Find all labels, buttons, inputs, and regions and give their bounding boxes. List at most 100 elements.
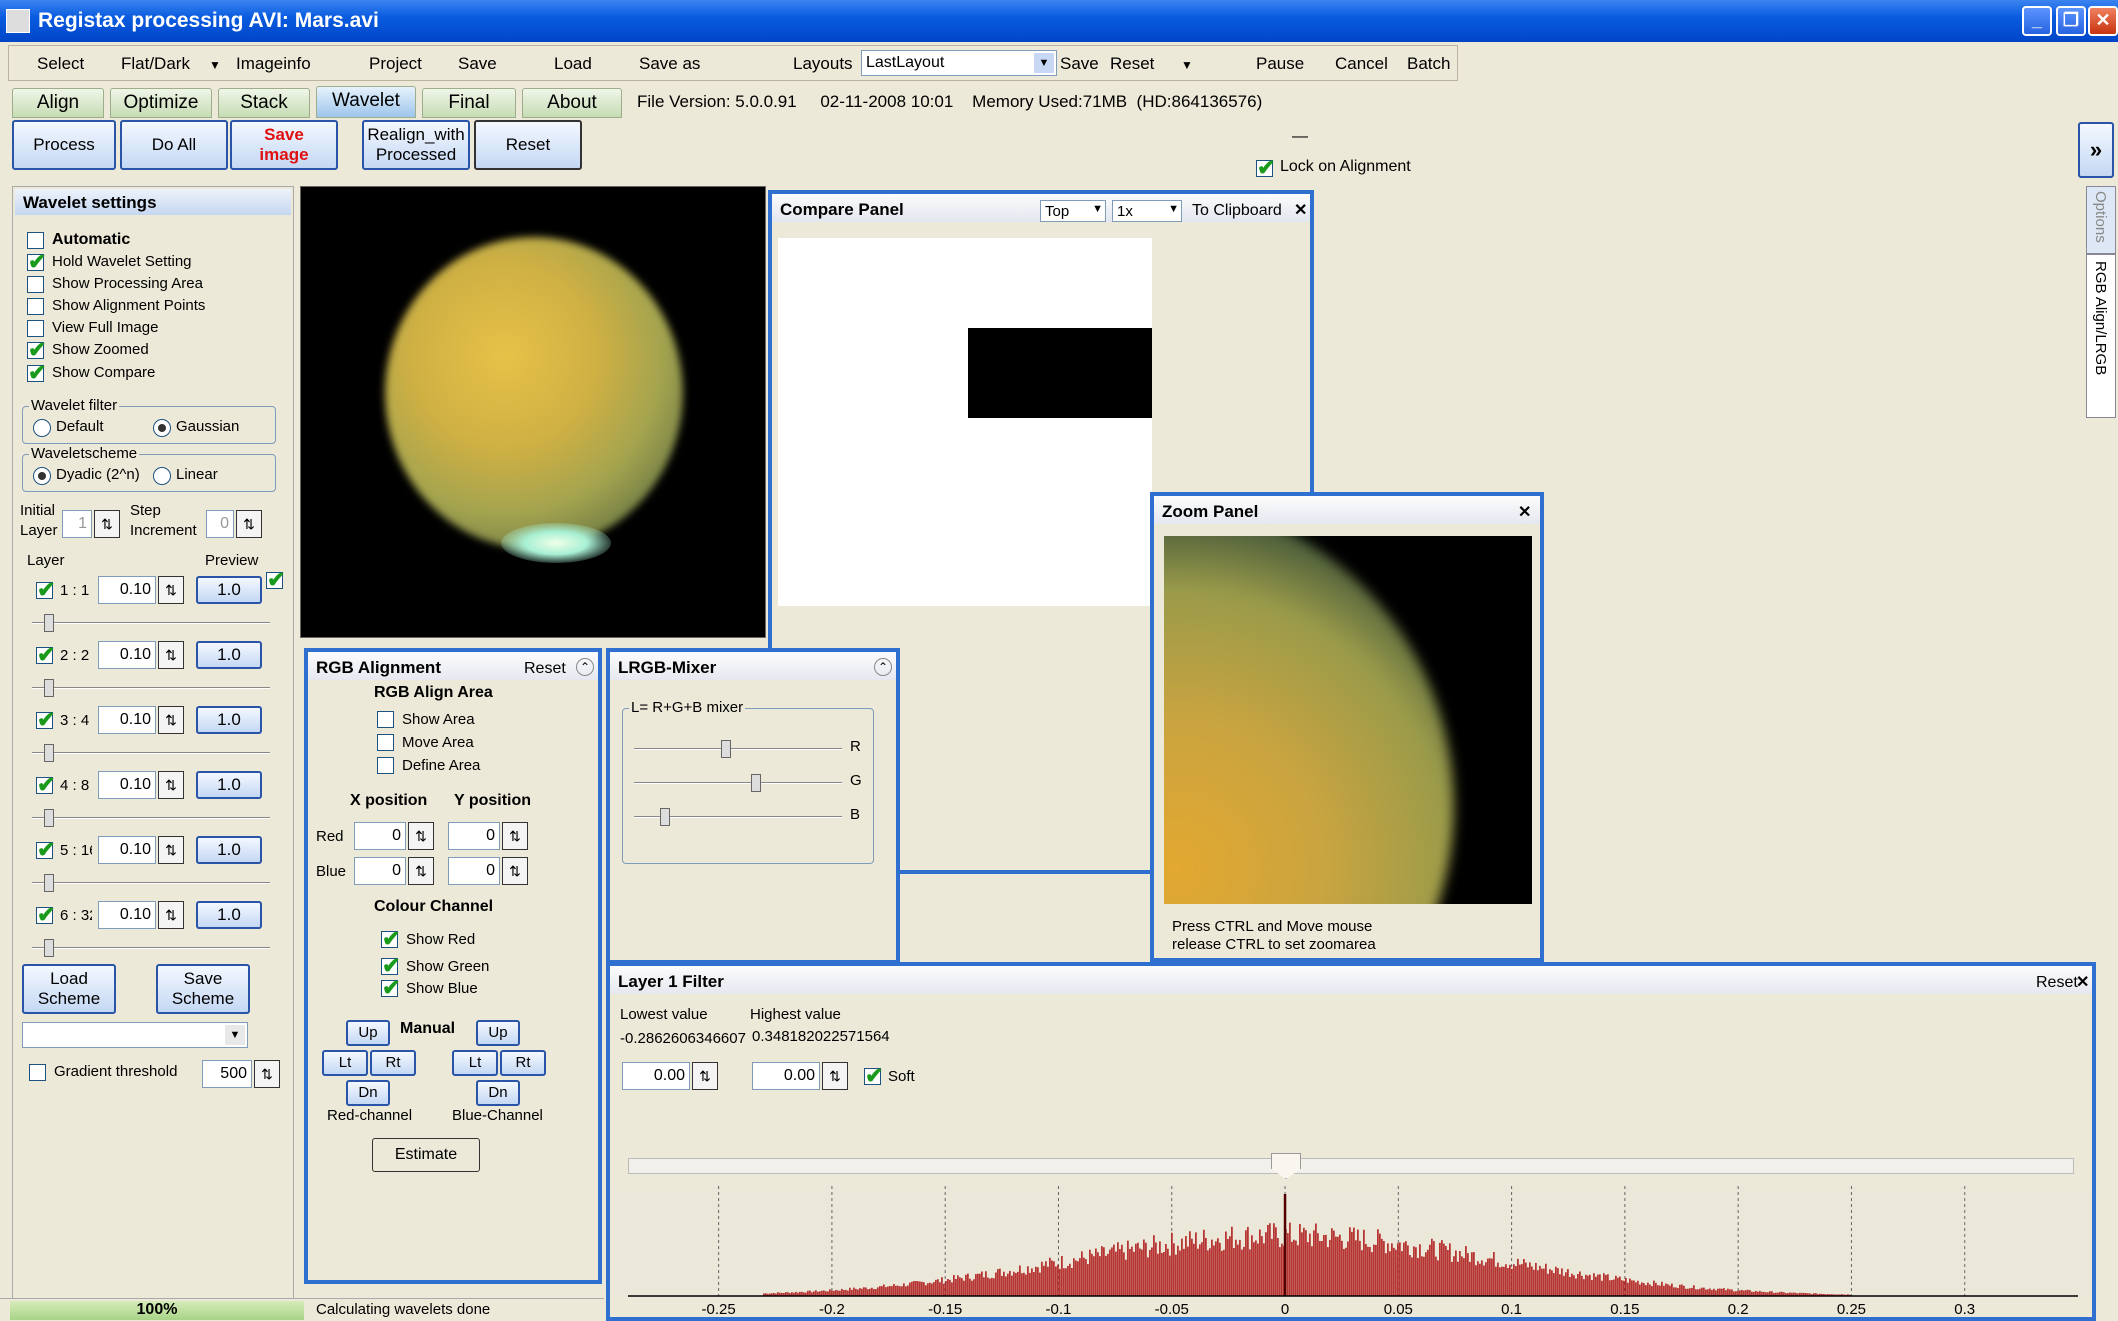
reset-button[interactable]: Reset	[474, 120, 582, 170]
menu-batch[interactable]: Batch	[1407, 54, 1450, 74]
show-red-checkbox[interactable]	[381, 926, 400, 952]
layer-4-sharpen-button[interactable]: 1.0	[196, 771, 262, 799]
red-y-input[interactable]: 0	[448, 822, 500, 850]
rgb-show-area-checkbox[interactable]	[377, 711, 394, 728]
scheme-select[interactable]: ▼	[22, 1022, 248, 1048]
menu-project[interactable]: Project	[369, 54, 422, 74]
options-side-tab[interactable]: Options	[2086, 186, 2116, 254]
red-x-spinner-icon[interactable]: ⇅	[408, 822, 434, 850]
layer-4-checkbox[interactable]	[36, 772, 55, 798]
blue-x-spinner-icon[interactable]: ⇅	[408, 857, 434, 885]
tab-optimize[interactable]: Optimize	[110, 88, 212, 118]
rgb-move-area-checkbox[interactable]	[377, 734, 394, 751]
g-slider[interactable]	[634, 774, 842, 792]
layer-filter-reset-button[interactable]: Reset	[2036, 974, 2078, 992]
menu-pause[interactable]: Pause	[1256, 54, 1304, 74]
low-threshold-input[interactable]: 0.00	[622, 1062, 690, 1090]
gradient-threshold-input[interactable]: 500	[202, 1060, 252, 1088]
step-increment-input[interactable]: 0	[206, 510, 234, 538]
tab-about[interactable]: About	[522, 88, 622, 118]
realign-button[interactable]: Realign_with Processed	[362, 120, 470, 170]
maximize-button[interactable]: ❐	[2056, 6, 2086, 36]
load-scheme-button[interactable]: Load Scheme	[22, 964, 116, 1014]
b-slider[interactable]	[634, 808, 842, 826]
high-threshold-input[interactable]: 0.00	[752, 1062, 820, 1090]
estimate-button[interactable]: Estimate	[372, 1138, 480, 1172]
layer-4-slider-thumb[interactable]	[44, 809, 54, 827]
chevron-down-icon[interactable]: ▼	[225, 1025, 245, 1045]
layer-5-spinner-icon[interactable]: ⇅	[158, 836, 184, 864]
layer-6-slider-thumb[interactable]	[44, 939, 54, 957]
zoom-view[interactable]	[1164, 536, 1532, 904]
layer-1-checkbox[interactable]	[36, 577, 55, 603]
tab-wavelet[interactable]: Wavelet	[316, 86, 416, 118]
gradient-threshold-checkbox[interactable]	[29, 1064, 46, 1081]
gradient-threshold-spinner-icon[interactable]: ⇅	[254, 1060, 280, 1088]
expand-options-icon[interactable]: »	[2078, 122, 2114, 178]
layer-3-slider[interactable]	[32, 744, 270, 762]
layer-4-slider[interactable]	[32, 809, 270, 827]
layer-2-sharpen-button[interactable]: 1.0	[196, 641, 262, 669]
red-right-button[interactable]: Rt	[370, 1050, 416, 1076]
b-slider-thumb[interactable]	[659, 808, 670, 826]
layer-3-denoise-input[interactable]: 0.10	[98, 706, 156, 734]
layer-2-denoise-input[interactable]: 0.10	[98, 641, 156, 669]
show-zoomed-checkbox[interactable]	[27, 337, 46, 363]
layer-6-sharpen-button[interactable]: 1.0	[196, 901, 262, 929]
show-green-checkbox[interactable]	[381, 953, 400, 979]
do-all-button[interactable]: Do All	[120, 120, 228, 170]
layer-6-checkbox[interactable]	[36, 902, 55, 928]
layout-select[interactable]: LastLayout ▼	[861, 50, 1057, 76]
layer-4-denoise-input[interactable]: 0.10	[98, 771, 156, 799]
layer-5-checkbox[interactable]	[36, 837, 55, 863]
filter-default-radio[interactable]	[33, 419, 51, 437]
layer-5-slider[interactable]	[32, 874, 270, 892]
menu-save[interactable]: Save	[458, 54, 497, 74]
preview-checkbox[interactable]	[266, 567, 285, 593]
flatdark-dropdown-icon[interactable]: ▼	[209, 58, 221, 72]
layer-5-slider-thumb[interactable]	[44, 874, 54, 892]
show-alignment-points-checkbox[interactable]	[27, 298, 44, 315]
tab-align[interactable]: Align	[12, 88, 104, 118]
blue-right-button[interactable]: Rt	[500, 1050, 546, 1076]
layer-2-checkbox[interactable]	[36, 642, 55, 668]
filter-gaussian-radio[interactable]	[153, 419, 171, 437]
step-increment-spinner-icon[interactable]: ⇅	[236, 510, 262, 538]
layer-5-denoise-input[interactable]: 0.10	[98, 836, 156, 864]
layer-2-slider[interactable]	[32, 679, 270, 697]
soft-checkbox[interactable]	[864, 1063, 883, 1089]
compare-view[interactable]	[778, 238, 1152, 606]
red-left-button[interactable]: Lt	[322, 1050, 368, 1076]
scheme-linear-radio[interactable]	[153, 467, 171, 485]
show-blue-checkbox[interactable]	[381, 975, 400, 1001]
layer-6-spinner-icon[interactable]: ⇅	[158, 901, 184, 929]
layer-1-spinner-icon[interactable]: ⇅	[158, 576, 184, 604]
initial-layer-input[interactable]: 1	[62, 510, 92, 538]
show-compare-checkbox[interactable]	[27, 360, 46, 386]
rgb-define-area-checkbox[interactable]	[377, 757, 394, 774]
to-clipboard-button[interactable]: To Clipboard	[1192, 202, 1282, 220]
chevron-down-icon[interactable]: ▼	[1168, 203, 1179, 215]
layer-6-slider[interactable]	[32, 939, 270, 957]
red-x-input[interactable]: 0	[354, 822, 406, 850]
red-up-button[interactable]: Up	[346, 1020, 390, 1046]
layer-1-slider[interactable]	[32, 614, 270, 632]
rgb-align-side-tab[interactable]: RGB Align/LRGB	[2086, 254, 2116, 418]
compare-position-select[interactable]: Top ▼	[1040, 200, 1106, 222]
reset-dropdown-icon[interactable]: ▼	[1181, 58, 1193, 72]
initial-layer-spinner-icon[interactable]: ⇅	[94, 510, 120, 538]
menu-select[interactable]: Select	[37, 54, 84, 74]
menu-flatdark[interactable]: Flat/Dark	[121, 54, 190, 74]
r-slider-thumb[interactable]	[721, 740, 732, 758]
layer-filter-close-icon[interactable]: ✕	[2076, 972, 2089, 992]
hold-wavelet-checkbox[interactable]	[27, 249, 46, 275]
show-processing-area-checkbox[interactable]	[27, 276, 44, 293]
layer-4-spinner-icon[interactable]: ⇅	[158, 771, 184, 799]
layer-1-sharpen-button[interactable]: 1.0	[196, 576, 262, 604]
menu-save-layout[interactable]: Save	[1060, 54, 1099, 74]
layer-1-slider-thumb[interactable]	[44, 614, 54, 632]
layer-3-sharpen-button[interactable]: 1.0	[196, 706, 262, 734]
layer-1-denoise-input[interactable]: 0.10	[98, 576, 156, 604]
r-slider[interactable]	[634, 740, 842, 758]
red-y-spinner-icon[interactable]: ⇅	[502, 822, 528, 850]
